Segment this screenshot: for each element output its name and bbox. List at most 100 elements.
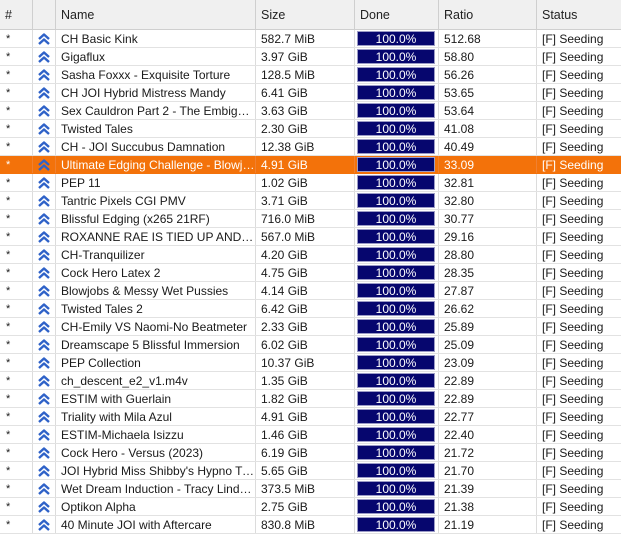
priority-icon	[33, 372, 56, 389]
table-row[interactable]: * CH-Emily VS Naomi-No Beatmeter 2.33 GiB 1…	[0, 318, 621, 336]
table-row[interactable]: * Triality with Mila Azul 4.91 GiB 100.0% 22…	[0, 408, 621, 426]
table-row[interactable]: * 40 Minute JOI with Aftercare 830.8 MiB 10…	[0, 516, 621, 534]
table-row[interactable]: * Twisted Tales 2 6.42 GiB 100.0% 26.62 [F] S…	[0, 300, 621, 318]
torrent-size: 4.14 GiB	[256, 282, 355, 299]
progress-cell: 100.0%	[355, 84, 439, 101]
row-number: *	[0, 210, 33, 227]
progress-bar: 100.0%	[357, 229, 435, 244]
table-row[interactable]: * JOI Hybrid Miss Shibby's Hypno Trip 5.65…	[0, 462, 621, 480]
progress-cell: 100.0%	[355, 228, 439, 245]
torrent-size: 2.30 GiB	[256, 120, 355, 137]
table-row[interactable]: * ch_descent_e2_v1.m4v 1.35 GiB 100.0% 22.89…	[0, 372, 621, 390]
progress-cell: 100.0%	[355, 300, 439, 317]
double-chevron-up-icon	[38, 158, 50, 171]
torrent-name: PEP Collection	[56, 354, 256, 371]
column-header-status[interactable]: Status	[537, 0, 621, 29]
table-row[interactable]: * CH JOI Hybrid Mistress Mandy 6.41 GiB 100…	[0, 84, 621, 102]
double-chevron-up-icon	[38, 428, 50, 441]
row-number: *	[0, 408, 33, 425]
priority-icon	[33, 246, 56, 263]
column-header-size[interactable]: Size	[256, 0, 355, 29]
row-number: *	[0, 498, 33, 515]
table-row[interactable]: * Sasha Foxxx - Exquisite Torture 128.5 Mi…	[0, 66, 621, 84]
double-chevron-up-icon	[38, 68, 50, 81]
table-row[interactable]: * ROXANNE RAE IS TIED UP AND TEASED567.0 …	[0, 228, 621, 246]
torrent-ratio: 28.35	[439, 264, 537, 281]
table-row[interactable]: * Cock Hero - Versus (2023) 6.19 GiB 100.0%…	[0, 444, 621, 462]
torrent-ratio: 56.26	[439, 66, 537, 83]
double-chevron-up-icon	[38, 140, 50, 153]
table-row[interactable]: * Ultimate Edging Challenge - Blowjobs 4.9…	[0, 156, 621, 174]
column-header-priority[interactable]	[33, 0, 56, 29]
priority-icon	[33, 120, 56, 137]
priority-icon	[33, 30, 56, 47]
progress-bar: 100.0%	[357, 157, 435, 172]
torrent-status: [F] Seeding	[542, 338, 604, 352]
double-chevron-up-icon	[38, 32, 50, 45]
torrent-ratio: 40.49	[439, 138, 537, 155]
double-chevron-up-icon	[38, 464, 50, 477]
table-row[interactable]: * Tantric Pixels CGI PMV 3.71 GiB 100.0% 32.…	[0, 192, 621, 210]
row-number: *	[0, 516, 33, 533]
torrent-name: Gigaflux	[56, 48, 256, 65]
priority-icon	[33, 426, 56, 443]
table-body: * CH Basic Kink 582.7 MiB 100.0% 512.68 [F] S…	[0, 30, 621, 534]
priority-icon	[33, 156, 56, 173]
column-header-name[interactable]: Name	[56, 0, 256, 29]
progress-cell: 100.0%	[355, 516, 439, 533]
torrent-size: 567.0 MiB	[256, 228, 355, 245]
torrent-size: 128.5 MiB	[256, 66, 355, 83]
table-row[interactable]: * Cock Hero Latex 2 4.75 GiB 100.0% 28.35 [F]…	[0, 264, 621, 282]
double-chevron-up-icon	[38, 230, 50, 243]
progress-bar: 100.0%	[357, 391, 435, 406]
torrent-ratio: 25.09	[439, 336, 537, 353]
table-row[interactable]: * Twisted Tales 2.30 GiB 100.0% 41.08 [F] See…	[0, 120, 621, 138]
table-row[interactable]: * CH - JOI Succubus Damnation 12.38 GiB 100…	[0, 138, 621, 156]
progress-cell: 100.0%	[355, 354, 439, 371]
table-row[interactable]: * Blissful Edging (x265 21RF) 716.0 MiB 100…	[0, 210, 621, 228]
table-row[interactable]: * Dreamscape 5 Blissful Immersion 6.02 GiB…	[0, 336, 621, 354]
torrent-name: CH JOI Hybrid Mistress Mandy	[56, 84, 256, 101]
progress-cell: 100.0%	[355, 210, 439, 227]
table-row[interactable]: * Sex Cauldron Part 2 - The Embiggening 3.…	[0, 102, 621, 120]
priority-icon	[33, 354, 56, 371]
table-row[interactable]: * PEP 11 1.02 GiB 100.0% 32.81 [F] Seeding	[0, 174, 621, 192]
row-number: *	[0, 30, 33, 47]
torrent-status: [F] Seeding	[542, 320, 604, 334]
priority-icon	[33, 48, 56, 65]
progress-cell: 100.0%	[355, 138, 439, 155]
torrent-status: [F] Seeding	[542, 86, 604, 100]
table-row[interactable]: * CH-Tranquilizer 4.20 GiB 100.0% 28.80 [F] S…	[0, 246, 621, 264]
row-number: *	[0, 120, 33, 137]
torrent-ratio: 22.77	[439, 408, 537, 425]
table-row[interactable]: * ESTIM with Guerlain 1.82 GiB 100.0% 22.89 […	[0, 390, 621, 408]
double-chevron-up-icon	[38, 248, 50, 261]
progress-cell: 100.0%	[355, 246, 439, 263]
table-row[interactable]: * Wet Dream Induction - Tracy Lindsay 373.…	[0, 480, 621, 498]
torrent-size: 2.33 GiB	[256, 318, 355, 335]
table-row[interactable]: * Gigaflux 3.97 GiB 100.0% 58.80 [F] Seeding	[0, 48, 621, 66]
double-chevron-up-icon	[38, 446, 50, 459]
row-number: *	[0, 300, 33, 317]
table-row[interactable]: * Optikon Alpha 2.75 GiB 100.0% 21.38 [F] See…	[0, 498, 621, 516]
column-header-ratio[interactable]: Ratio	[439, 0, 537, 29]
column-header-done[interactable]: Done	[355, 0, 439, 29]
table-row[interactable]: * ESTIM-Michaela Isizzu 1.46 GiB 100.0% 22.4…	[0, 426, 621, 444]
table-row[interactable]: * CH Basic Kink 582.7 MiB 100.0% 512.68 [F] S…	[0, 30, 621, 48]
priority-icon	[33, 318, 56, 335]
row-number: *	[0, 444, 33, 461]
torrent-name: JOI Hybrid Miss Shibby's Hypno Trip	[56, 462, 256, 479]
row-number: *	[0, 48, 33, 65]
row-number: *	[0, 102, 33, 119]
column-header-num[interactable]: #	[0, 0, 33, 29]
torrent-status: [F] Seeding	[542, 518, 604, 532]
double-chevron-up-icon	[38, 176, 50, 189]
row-number: *	[0, 138, 33, 155]
torrent-status: [F] Seeding	[542, 500, 604, 514]
progress-cell: 100.0%	[355, 318, 439, 335]
progress-cell: 100.0%	[355, 372, 439, 389]
table-row[interactable]: * Blowjobs & Messy Wet Pussies 4.14 GiB 100…	[0, 282, 621, 300]
table-row[interactable]: * PEP Collection 10.37 GiB 100.0% 23.09 [F] S…	[0, 354, 621, 372]
torrent-size: 716.0 MiB	[256, 210, 355, 227]
torrent-table: # Name Size Done Ratio Status * CH Basic …	[0, 0, 621, 535]
